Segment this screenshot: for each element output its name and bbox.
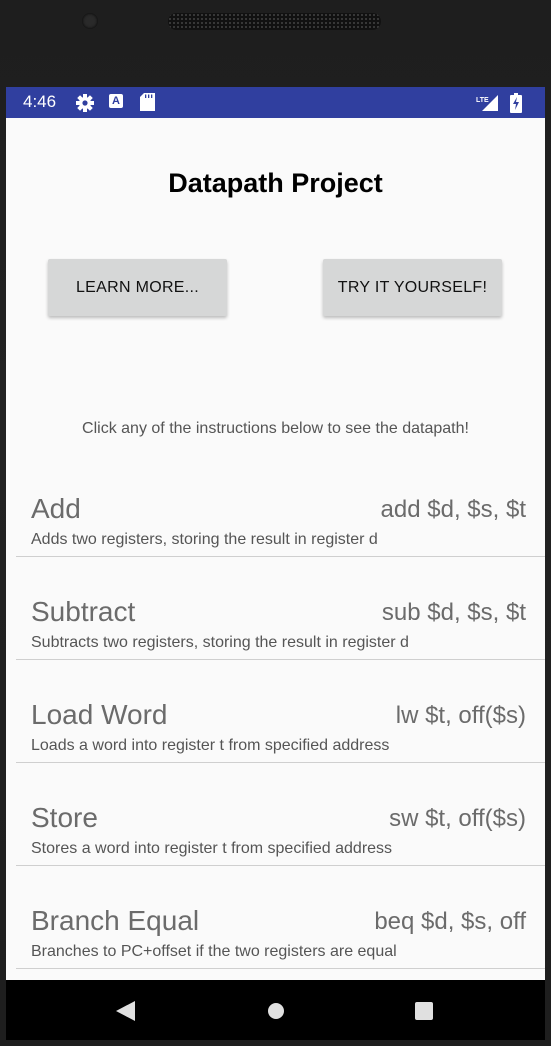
a-notification-icon: A — [109, 94, 123, 108]
instruction-name: Branch Equal — [31, 905, 200, 936]
instruction-syntax: beq $d, $s, off — [374, 908, 526, 935]
instructions-hint: Click any of the instructions below to s… — [82, 420, 469, 437]
camera-icon — [82, 13, 98, 29]
instruction-name: Load Word — [31, 699, 168, 730]
instruction-name: Store — [31, 802, 98, 833]
try-it-yourself-button[interactable]: TRY IT YOURSELF! — [323, 259, 502, 316]
divider — [16, 762, 545, 763]
sd-card-icon — [140, 93, 155, 115]
gear-icon — [75, 93, 95, 117]
instruction-item-store[interactable]: Store sw $t, off($s) Stores a word into … — [16, 790, 545, 893]
battery-charging-icon — [510, 93, 522, 117]
home-icon[interactable] — [266, 1001, 286, 1025]
learn-more-button[interactable]: LEARN MORE... — [48, 259, 227, 316]
instruction-name: Subtract — [31, 596, 136, 627]
instruction-syntax: lw $t, off($s) — [395, 702, 526, 729]
divider — [16, 968, 545, 969]
instruction-item-subtract[interactable]: Subtract sub $d, $s, $t Subtracts two re… — [16, 584, 545, 687]
status-bar: 4:46 A LTE — [6, 87, 545, 118]
page-title: Datapath Project — [168, 168, 383, 198]
navigation-bar — [6, 980, 545, 1040]
phone-frame: 4:46 A LTE Datapath Project LEARN MORE..… — [0, 0, 551, 1046]
lte-label: LTE — [476, 97, 489, 104]
instruction-item-add[interactable]: Add add $d, $s, $t Adds two registers, s… — [16, 481, 545, 584]
divider — [16, 659, 545, 660]
instruction-item-branch-equal[interactable]: Branch Equal beq $d, $s, off Branches to… — [16, 893, 545, 980]
instruction-name: Add — [31, 493, 81, 524]
app-screen: 4:46 A LTE Datapath Project LEARN MORE..… — [6, 87, 545, 980]
instruction-description: Branches to PC+offset if the two registe… — [31, 943, 397, 960]
instruction-syntax: add $d, $s, $t — [380, 496, 526, 523]
instruction-description: Subtracts two registers, storing the res… — [31, 634, 409, 651]
divider — [16, 865, 545, 866]
back-icon[interactable] — [114, 999, 136, 1027]
instruction-description: Loads a word into register t from specif… — [31, 737, 390, 754]
instruction-description: Adds two registers, storing the result i… — [31, 531, 378, 548]
divider — [16, 556, 545, 557]
speaker-grille — [168, 13, 381, 30]
recent-apps-icon[interactable] — [414, 1001, 434, 1025]
status-time: 4:46 — [23, 92, 57, 111]
instruction-description: Stores a word into register t from speci… — [31, 840, 393, 857]
lte-signal-icon: LTE — [476, 94, 500, 116]
instruction-syntax: sw $t, off($s) — [389, 805, 526, 832]
instruction-item-load-word[interactable]: Load Word lw $t, off($s) Loads a word in… — [16, 687, 545, 790]
instruction-syntax: sub $d, $s, $t — [381, 599, 526, 626]
